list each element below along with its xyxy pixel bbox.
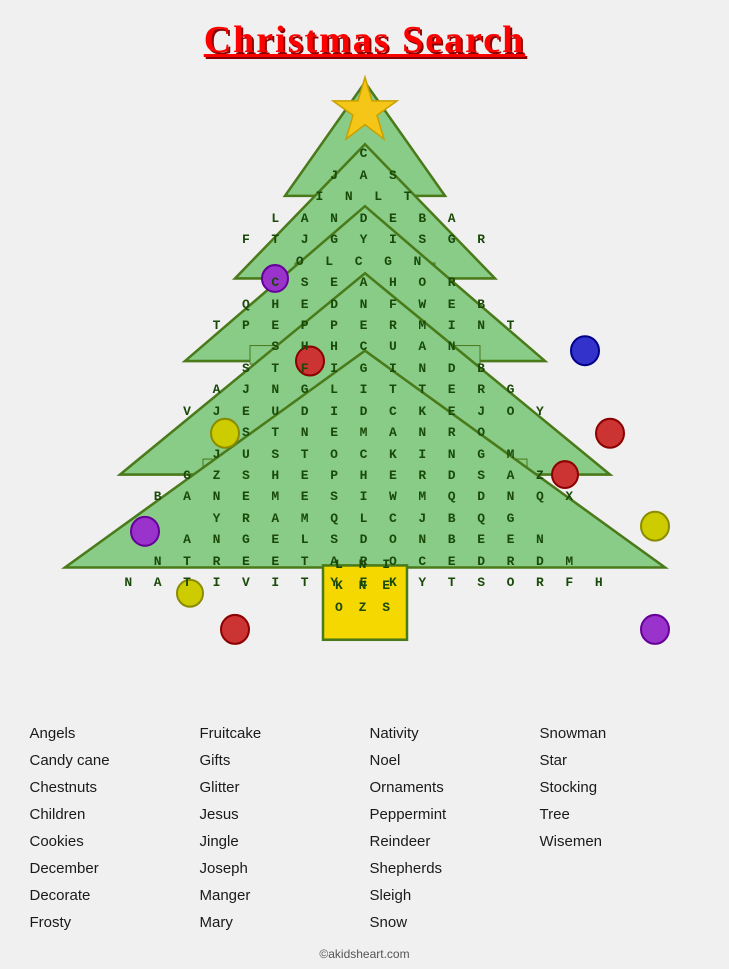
word-item: Ornaments	[370, 776, 530, 800]
word-item: Reindeer	[370, 830, 530, 854]
word-column-1: Angels Candy cane Chestnuts Children Cookies…	[25, 722, 195, 935]
word-item: Decorate	[30, 884, 190, 908]
word-item: Nativity	[370, 722, 530, 746]
word-item: Sleigh	[370, 884, 530, 908]
word-item: December	[30, 857, 190, 881]
word-item: Jingle	[200, 830, 360, 854]
word-item: Peppermint	[370, 803, 530, 827]
word-item: Wisemen	[540, 830, 700, 854]
word-item: Tree	[540, 803, 700, 827]
word-item: Stocking	[540, 776, 700, 800]
word-item: Candy cane	[30, 749, 190, 773]
tree-container: C J A S I N L T L A N D E B A F T J G Y …	[55, 72, 675, 712]
word-item: Cookies	[30, 830, 190, 854]
word-item: Fruitcake	[200, 722, 360, 746]
word-column-3: Nativity Noel Ornaments Peppermint Reindeer S…	[365, 722, 535, 935]
copyright: ©akidsheart.com	[319, 947, 409, 961]
word-column-4: Snowman Star Stocking Tree Wisemen	[535, 722, 705, 935]
word-item: Frosty	[30, 911, 190, 935]
word-list-grid: Angels Candy cane Chestnuts Children Cookies…	[25, 722, 705, 935]
word-item: Angels	[30, 722, 190, 746]
word-item: Snow	[370, 911, 530, 935]
trunk-letters: L N IK N EO Z S	[335, 554, 394, 618]
word-item: Star	[540, 749, 700, 773]
word-list-section: Angels Candy cane Chestnuts Children Cookies…	[15, 722, 715, 935]
word-item: Joseph	[200, 857, 360, 881]
word-item: Glitter	[200, 776, 360, 800]
word-item: Shepherds	[370, 857, 530, 881]
page-title: Christmas Search	[204, 18, 526, 62]
word-search-grid: C J A S I N L T L A N D E B A F T J G Y …	[124, 122, 604, 615]
word-column-2: Fruitcake Gifts Glitter Jesus Jingle Joseph Ma…	[195, 722, 365, 935]
word-item: Jesus	[200, 803, 360, 827]
word-item: Children	[30, 803, 190, 827]
word-item: Chestnuts	[30, 776, 190, 800]
word-item: Mary	[200, 911, 360, 935]
word-item: Manger	[200, 884, 360, 908]
word-item: Snowman	[540, 722, 700, 746]
word-item: Noel	[370, 749, 530, 773]
word-item: Gifts	[200, 749, 360, 773]
